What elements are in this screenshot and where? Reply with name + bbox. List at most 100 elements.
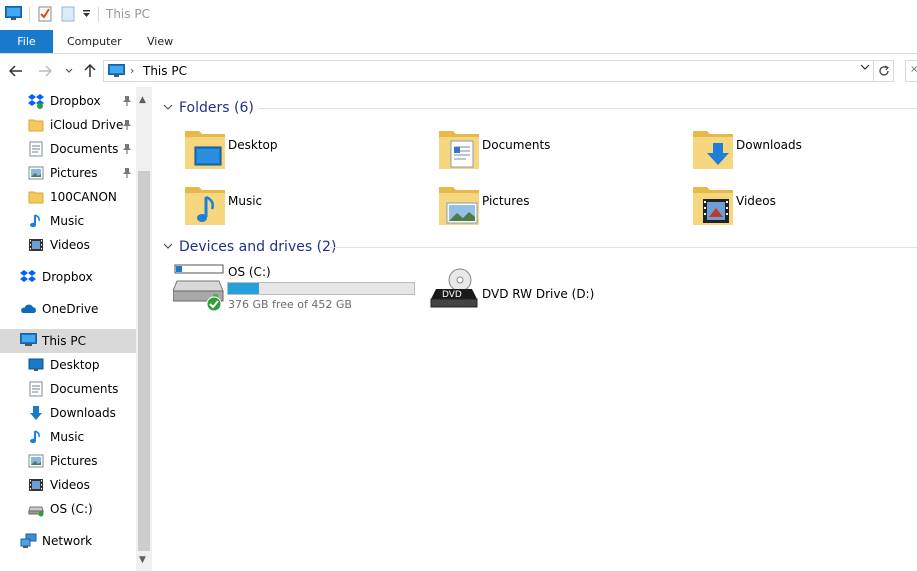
- folder-label: Videos: [736, 194, 776, 208]
- sidebar-item-100canon[interactable]: 100CANON: [0, 185, 136, 209]
- refresh-button[interactable]: [874, 60, 894, 82]
- tab-computer[interactable]: Computer: [67, 30, 122, 53]
- sidebar-item-label: Downloads: [50, 406, 116, 420]
- sidebar-item-onedrive[interactable]: OneDrive: [0, 297, 136, 321]
- pin-icon[interactable]: [122, 167, 132, 179]
- sidebar-item-pictures[interactable]: Pictures: [0, 161, 136, 185]
- ribbon-tabs: File Computer View: [0, 30, 917, 54]
- folder-tile-documents[interactable]: Documents: [435, 125, 635, 175]
- folder-tile-music[interactable]: Music: [181, 181, 381, 231]
- tab-file[interactable]: File: [0, 30, 53, 53]
- drive-label: OS (C:): [228, 265, 271, 279]
- sidebar-item-videos[interactable]: Videos: [0, 473, 136, 497]
- group-divider: [330, 247, 917, 248]
- sidebar-item-network[interactable]: Network: [0, 529, 136, 553]
- drive-tile-d[interactable]: DVD DVD RW Drive (D:): [430, 267, 630, 311]
- sidebar-item-label: Videos: [50, 478, 90, 492]
- folder-label: Documents: [482, 138, 551, 152]
- sidebar-item-downloads[interactable]: Downloads: [0, 401, 136, 425]
- sidebar-item-label: Dropbox: [42, 270, 93, 284]
- folder-label: Desktop: [228, 138, 278, 152]
- pictures-folder-icon: [435, 181, 483, 229]
- folder-tile-desktop[interactable]: Desktop: [181, 125, 381, 175]
- sidebar-item-dropbox[interactable]: Dropbox: [0, 89, 136, 113]
- sidebar-scrollbar[interactable]: ▲ ▼: [136, 87, 152, 571]
- sidebar-item-label: Documents: [50, 382, 119, 396]
- sidebar-item-label: Documents: [50, 142, 119, 156]
- recent-locations-chevron-icon[interactable]: [61, 63, 77, 79]
- pin-icon[interactable]: [122, 119, 132, 131]
- divider: [98, 7, 99, 22]
- folders-group-header[interactable]: Folders (6): [163, 98, 254, 118]
- pin-icon[interactable]: [122, 95, 132, 107]
- folder-tile-downloads[interactable]: Downloads: [689, 125, 889, 175]
- forward-arrow-icon[interactable]: [37, 63, 53, 79]
- window-title: This PC: [106, 7, 150, 21]
- folder-tile-videos[interactable]: Videos: [689, 181, 889, 231]
- title-bar: This PC: [0, 0, 917, 30]
- sidebar-item-dropbox[interactable]: Dropbox: [0, 265, 136, 289]
- back-arrow-icon[interactable]: [8, 63, 24, 79]
- group-title: Devices and drives (2): [179, 239, 337, 255]
- videos-icon: [28, 237, 44, 253]
- sidebar-item-label: This PC: [42, 334, 86, 348]
- up-arrow-icon[interactable]: [82, 63, 98, 79]
- folder-label: Pictures: [482, 194, 530, 208]
- tab-view[interactable]: View: [147, 30, 173, 53]
- sidebar-item-documents[interactable]: Documents: [0, 377, 136, 401]
- navigation-pane: Dropbox iCloud Drive Documents Pictures 100C…: [0, 87, 152, 571]
- dropbox-icon: [28, 93, 44, 109]
- sidebar-item-label: Dropbox: [50, 94, 101, 108]
- new-folder-icon[interactable]: [61, 6, 75, 25]
- documents-folder-icon: [435, 125, 483, 173]
- folder-tile-pictures[interactable]: Pictures: [435, 181, 635, 231]
- sidebar-item-label: OneDrive: [42, 302, 99, 316]
- breadcrumb-chevron-icon[interactable]: ›: [130, 64, 134, 77]
- sidebar-item-this-pc[interactable]: This PC: [0, 329, 136, 353]
- music-icon: [28, 429, 44, 445]
- customize-toolbar-icon[interactable]: [82, 8, 91, 22]
- desktop-icon: [28, 357, 44, 373]
- devices-group-header[interactable]: Devices and drives (2): [163, 237, 336, 257]
- group-title: Folders (6): [179, 100, 254, 116]
- sidebar-item-label: iCloud Drive: [50, 118, 124, 132]
- svg-text:DVD: DVD: [442, 290, 462, 300]
- scrollbar-thumb[interactable]: [138, 171, 150, 551]
- collapse-chevron-icon[interactable]: [163, 242, 173, 253]
- properties-icon[interactable]: [38, 6, 52, 25]
- sidebar-item-label: 100CANON: [50, 190, 117, 204]
- search-input[interactable]: ×: [905, 60, 917, 82]
- sidebar-item-music[interactable]: Music: [0, 425, 136, 449]
- hard-drive-icon: [172, 263, 225, 316]
- desktop-folder-icon: [181, 125, 229, 173]
- sidebar-item-desktop[interactable]: Desktop: [0, 353, 136, 377]
- collapse-chevron-icon[interactable]: [163, 103, 173, 114]
- drive-usage-bar: [227, 282, 415, 295]
- breadcrumb-this-pc[interactable]: This PC: [143, 64, 187, 78]
- drive-usage-fill: [228, 283, 260, 294]
- scroll-down-arrow-icon[interactable]: ▼: [139, 555, 146, 565]
- onedrive-icon: [20, 301, 36, 317]
- downloads-folder-icon: [689, 125, 737, 173]
- sidebar-item-pictures[interactable]: Pictures: [0, 449, 136, 473]
- sidebar-item-music[interactable]: Music: [0, 209, 136, 233]
- folder-label: Music: [228, 194, 263, 208]
- this-pc-icon: [108, 64, 125, 81]
- address-dropdown-icon[interactable]: [860, 63, 870, 74]
- refresh-icon: [878, 65, 889, 76]
- drive-icon: [28, 501, 44, 517]
- scroll-up-arrow-icon[interactable]: ▲: [139, 95, 146, 105]
- sidebar-item-os-c[interactable]: OS (C:): [0, 497, 136, 521]
- pin-icon[interactable]: [122, 143, 132, 155]
- sidebar-item-label: Desktop: [50, 358, 100, 372]
- content-pane: Folders (6) Desktop Documents Downloads Mus…: [155, 87, 917, 571]
- folder-label: Downloads: [736, 138, 802, 152]
- sidebar-item-videos[interactable]: Videos: [0, 233, 136, 257]
- sidebar-item-documents[interactable]: Documents: [0, 137, 136, 161]
- dropbox-icon: [20, 269, 36, 285]
- sidebar-item-icloud-drive[interactable]: iCloud Drive: [0, 113, 136, 137]
- drive-tile-c[interactable]: OS (C:) 376 GB free of 452 GB: [172, 263, 423, 316]
- music-icon: [28, 213, 44, 229]
- address-bar[interactable]: › This PC: [103, 60, 874, 82]
- network-icon: [20, 533, 37, 549]
